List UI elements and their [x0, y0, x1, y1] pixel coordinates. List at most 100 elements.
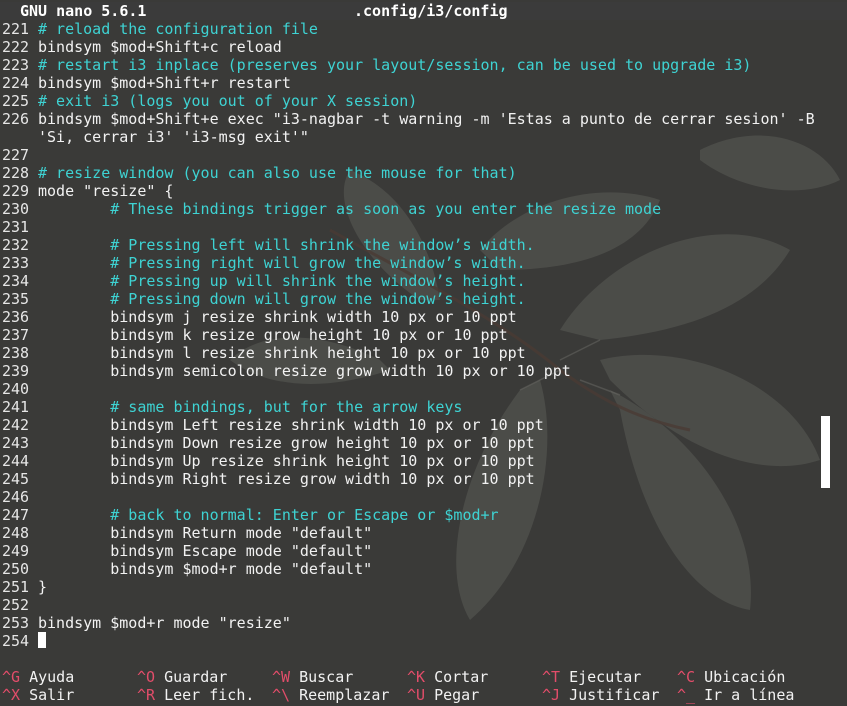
code-text[interactable]: mode "resize" { [38, 182, 173, 200]
editor-line[interactable]: 230 # These bindings trigger as soon as … [0, 200, 661, 218]
editor-line[interactable]: 233 # Pressing right will grow the windo… [0, 254, 526, 272]
code-text[interactable]: bindsym Up resize shrink height 10 px or… [38, 452, 534, 470]
line-number: 236 [2, 308, 30, 326]
shortcut-item[interactable]: ^X Salir [2, 686, 74, 704]
title-bar: GNU nano 5.6.1 .config/i3/config [0, 2, 847, 20]
editor-line[interactable]: 240 [0, 380, 38, 398]
editor-line[interactable]: 235 # Pressing down will grow the window… [0, 290, 526, 308]
code-comment[interactable]: # These bindings trigger as soon as you … [38, 200, 661, 218]
code-text[interactable]: bindsym Down resize grow height 10 px or… [38, 434, 534, 452]
code-text[interactable]: bindsym $mod+r mode "default" [38, 560, 372, 578]
editor-line[interactable]: 247 # back to normal: Enter or Escape or… [0, 506, 499, 524]
shortcut-item[interactable]: ^J Justificar [542, 686, 659, 704]
editor-line[interactable]: 244 bindsym Up resize shrink height 10 p… [0, 452, 535, 470]
shortcut-key: ^G [2, 668, 21, 686]
line-number: 240 [2, 380, 30, 398]
line-number: 252 [2, 596, 30, 614]
editor-line[interactable]: 239 bindsym semicolon resize grow width … [0, 362, 571, 380]
code-text[interactable]: bindsym Right resize grow width 10 px or… [38, 470, 534, 488]
line-number: 232 [2, 236, 30, 254]
editor-line[interactable]: 'Si, cerrar i3' 'i3-msg exit'" [0, 128, 309, 146]
editor-line[interactable]: 243 bindsym Down resize grow height 10 p… [0, 434, 535, 452]
shortcut-label: Pegar [434, 686, 480, 704]
code-text[interactable]: bindsym j resize shrink width 10 px or 1… [38, 308, 516, 326]
line-number: 238 [2, 344, 30, 362]
editor-line[interactable]: 249 bindsym Escape mode "default" [0, 542, 372, 560]
line-number: 237 [2, 326, 30, 344]
line-number: 249 [2, 542, 30, 560]
editor-line[interactable]: 227 [0, 146, 38, 164]
shortcut-key: ^W [272, 668, 291, 686]
shortcut-item[interactable]: ^\ Reemplazar [272, 686, 389, 704]
line-number: 228 [2, 164, 30, 182]
code-comment[interactable]: # Pressing up will shrink the window’s h… [38, 272, 525, 290]
code-comment[interactable]: # Pressing left will shrink the window’s… [38, 236, 534, 254]
editor-line[interactable]: 221 # reload the configuration file [0, 20, 318, 38]
editor-line[interactable]: 237 bindsym k resize grow height 10 px o… [0, 326, 508, 344]
shortcut-label: Buscar [299, 668, 354, 686]
editor-line[interactable]: 252 [0, 596, 38, 614]
editor-line[interactable]: 224 bindsym $mod+Shift+r restart [0, 74, 291, 92]
shortcut-item[interactable]: ^U Pegar [407, 686, 479, 704]
code-comment[interactable]: # resize window (you can also use the mo… [38, 164, 517, 182]
line-number: 246 [2, 488, 30, 506]
editor-line[interactable]: 254 [0, 632, 46, 650]
line-number: 239 [2, 362, 30, 380]
code-text[interactable]: bindsym k resize grow height 10 px or 10… [38, 326, 507, 344]
code-comment[interactable]: # reload the configuration file [38, 20, 318, 38]
line-number: 229 [2, 182, 30, 200]
code-text[interactable]: bindsym $mod+Shift+r restart [38, 74, 291, 92]
code-text[interactable]: } [38, 578, 47, 596]
shortcut-item[interactable]: ^G Ayuda [2, 668, 74, 686]
line-number: 223 [2, 56, 30, 74]
editor-line[interactable]: 241 # same bindings, but for the arrow k… [0, 398, 462, 416]
code-comment[interactable]: # back to normal: Enter or Escape or $mo… [38, 506, 498, 524]
code-text[interactable]: 'Si, cerrar i3' 'i3-msg exit'" [38, 128, 309, 146]
editor-line[interactable]: 225 # exit i3 (logs you out of your X ses… [0, 92, 417, 110]
code-text[interactable]: bindsym Escape mode "default" [38, 542, 372, 560]
shortcut-item[interactable]: ^T Ejecutar [542, 668, 641, 686]
code-text[interactable]: bindsym $mod+Shift+e exec "i3-nagbar -t … [38, 110, 815, 128]
editor-line[interactable]: 250 bindsym $mod+r mode "default" [0, 560, 372, 578]
editor-line[interactable]: 231 [0, 218, 38, 236]
code-text[interactable]: bindsym semicolon resize grow width 10 p… [38, 362, 571, 380]
code-comment[interactable]: # Pressing down will grow the window’s h… [38, 290, 525, 308]
shortcut-label: Reemplazar [299, 686, 390, 704]
code-text[interactable]: bindsym $mod+r mode "resize" [38, 614, 291, 632]
code-text[interactable]: bindsym Left resize shrink width 10 px o… [38, 416, 544, 434]
editor-line[interactable]: 238 bindsym l resize shrink height 10 px… [0, 344, 526, 362]
shortcut-item[interactable]: ^_ Ir a línea [677, 686, 794, 704]
editor-line[interactable]: 222 bindsym $mod+Shift+c reload [0, 38, 282, 56]
shortcut-item[interactable]: ^K Cortar [407, 668, 488, 686]
editor-line[interactable]: 234 # Pressing up will shrink the window… [0, 272, 526, 290]
editor-line[interactable]: 228 # resize window (you can also use the… [0, 164, 517, 182]
code-text[interactable]: bindsym $mod+Shift+c reload [38, 38, 282, 56]
line-number: 242 [2, 416, 30, 434]
shortcut-item[interactable]: ^W Buscar [272, 668, 353, 686]
editor-line[interactable]: 226 bindsym $mod+Shift+e exec "i3-nagbar … [0, 110, 815, 128]
editor-line[interactable]: 236 bindsym j resize shrink width 10 px … [0, 308, 517, 326]
scrollbar-thumb[interactable] [821, 416, 830, 488]
code-text[interactable]: bindsym Return mode "default" [38, 524, 372, 542]
editor-line[interactable]: 232 # Pressing left will shrink the wind… [0, 236, 535, 254]
editor-line[interactable]: 242 bindsym Left resize shrink width 10 … [0, 416, 544, 434]
code-comment[interactable]: # same bindings, but for the arrow keys [38, 398, 462, 416]
shortcut-item[interactable]: ^C Ubicación [677, 668, 785, 686]
editor-line[interactable]: 248 bindsym Return mode "default" [0, 524, 372, 542]
code-comment[interactable]: # restart i3 inplace (preserves your lay… [38, 56, 751, 74]
editor-line[interactable]: 253 bindsym $mod+r mode "resize" [0, 614, 291, 632]
line-number: 233 [2, 254, 30, 272]
editor-line[interactable]: 245 bindsym Right resize grow width 10 p… [0, 470, 535, 488]
app-version-title: GNU nano 5.6.1 [20, 2, 147, 20]
editor-line[interactable]: 246 [0, 488, 38, 506]
editor-line[interactable]: 223 # restart i3 inplace (preserves your … [0, 56, 751, 74]
shortcut-item[interactable]: ^R Leer fich. [137, 686, 254, 704]
editor-line[interactable]: 251} [0, 578, 47, 596]
code-comment[interactable]: # Pressing right will grow the window’s … [38, 254, 525, 272]
shortcut-label: Ejecutar [569, 668, 642, 686]
editor-line[interactable]: 229 mode "resize" { [0, 182, 173, 200]
code-comment[interactable]: # exit i3 (logs you out of your X sessio… [38, 92, 417, 110]
code-text[interactable]: bindsym l resize shrink height 10 px or … [38, 344, 525, 362]
file-path-title: .config/i3/config [354, 2, 508, 20]
shortcut-item[interactable]: ^O Guardar [137, 668, 227, 686]
